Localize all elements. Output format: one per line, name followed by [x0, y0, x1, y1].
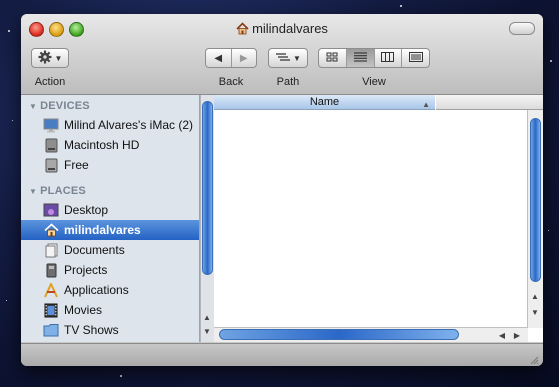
sidebar-scrollbar[interactable]: ▲ ▼: [200, 95, 214, 342]
chevron-down-icon: ▼: [293, 53, 301, 63]
sidebar-item-label: milindalvares: [64, 223, 141, 237]
window-title: milindalvares: [21, 21, 543, 38]
view-coverflow-button[interactable]: [402, 49, 429, 67]
devices-header[interactable]: ▼ DEVICES: [29, 100, 90, 112]
content-hscroll-thumb[interactable]: [219, 329, 459, 340]
view-list-button[interactable]: [346, 49, 375, 67]
places-header[interactable]: ▼ PLACES: [29, 185, 86, 197]
background-star: [8, 30, 10, 32]
sidebar-item-tv-shows[interactable]: TV Shows: [21, 320, 199, 340]
imac-icon: [43, 117, 59, 133]
sort-ascending-icon: ▲: [422, 100, 430, 109]
status-bar: [21, 343, 543, 366]
sidebar-item-home[interactable]: milindalvares: [21, 220, 199, 240]
scroll-down-arrow-icon[interactable]: ▼: [529, 306, 541, 318]
sidebar-item-label: Movies: [64, 303, 103, 317]
icon-view-icon: [326, 51, 338, 65]
sidebar-item-free[interactable]: Free: [21, 155, 199, 175]
sidebar-item-label: Milind Alvares's iMac (2): [64, 118, 193, 132]
toolbar-toggle-button[interactable]: [509, 22, 535, 35]
chevron-down-icon: ▼: [54, 53, 63, 63]
content-horizontal-scrollbar[interactable]: ◀ ▶: [214, 327, 528, 342]
sidebar-item-macintosh-hd[interactable]: Macintosh HD: [21, 135, 199, 155]
path-icon: [275, 51, 291, 65]
cover-flow-icon: [408, 51, 423, 65]
sidebar-item-label: Desktop: [64, 203, 109, 217]
sidebar-item-label: Macintosh HD: [64, 138, 140, 152]
sidebar-item-label: Applications: [64, 283, 129, 297]
forward-button[interactable]: ▶: [232, 49, 257, 67]
view-icons-button[interactable]: [319, 49, 347, 67]
list-view-icon: [353, 51, 367, 65]
gear-icon: [38, 50, 52, 67]
path-label: Path: [276, 76, 300, 88]
applications-icon: [43, 282, 59, 298]
sidebar-item-label: Projects: [64, 263, 108, 277]
file-list: Name ▲ ▲ ▼ ◀ ▶: [214, 95, 543, 342]
scroll-right-arrow-icon[interactable]: ▶: [511, 329, 523, 341]
view-segmented-control: [318, 48, 430, 68]
column-header-label: Name: [309, 96, 340, 108]
scroll-left-arrow-icon[interactable]: ◀: [496, 329, 508, 341]
background-star: [12, 120, 13, 121]
window-title-text: milindalvares: [252, 21, 328, 36]
back-forward-control: ◀ ▶: [205, 48, 257, 68]
toolbar: milindalvares ▼ Action ◀ ▶ Back ▼ Path V…: [21, 14, 543, 95]
background-star: [6, 300, 7, 301]
folder-icon: [43, 322, 59, 338]
background-star: [548, 230, 549, 231]
sidebar-item-label: Documents: [64, 243, 125, 257]
view-label: View: [362, 76, 386, 88]
sidebar-item-projects[interactable]: Projects: [21, 260, 199, 280]
background-star: [550, 60, 552, 62]
projects-icon: [43, 262, 59, 278]
forward-arrow-icon: ▶: [239, 52, 248, 64]
home-icon: [236, 22, 249, 38]
devices-header-label: DEVICES: [40, 100, 90, 112]
sidebar-item-movies[interactable]: Movies: [21, 300, 199, 320]
sidebar-item-applications[interactable]: Applications: [21, 280, 199, 300]
drive-icon: [43, 157, 59, 173]
scroll-up-arrow-icon[interactable]: ▲: [201, 311, 213, 323]
sidebar-scroll-thumb[interactable]: [202, 101, 213, 275]
back-label: Back: [218, 76, 244, 88]
action-button[interactable]: ▼: [31, 48, 69, 68]
home-icon: [43, 222, 59, 238]
column-header-name[interactable]: Name ▲: [214, 95, 435, 110]
background-star: [400, 5, 402, 7]
action-label: Action: [34, 76, 66, 88]
places-header-label: PLACES: [40, 185, 86, 197]
desktop-folder-icon: [43, 202, 59, 218]
resize-grip-icon[interactable]: [529, 354, 539, 365]
content-vscroll-thumb[interactable]: [530, 118, 541, 282]
back-arrow-icon: ◀: [214, 52, 223, 64]
sidebar-item-imac[interactable]: Milind Alvares's iMac (2): [21, 115, 199, 135]
background-star: [120, 375, 122, 377]
finder-window: milindalvares ▼ Action ◀ ▶ Back ▼ Path V…: [21, 14, 543, 366]
view-columns-button[interactable]: [375, 49, 403, 67]
sidebar-item-label: TV Shows: [64, 323, 119, 337]
path-button[interactable]: ▼: [268, 48, 308, 68]
content-vertical-scrollbar[interactable]: ▲ ▼: [527, 110, 543, 328]
documents-icon: [43, 242, 59, 258]
disclosure-triangle-icon: ▼: [29, 102, 38, 111]
disclosure-triangle-icon: ▼: [29, 187, 38, 196]
back-button[interactable]: ◀: [206, 49, 232, 67]
column-header-empty: [436, 95, 543, 110]
sidebar-item-documents[interactable]: Documents: [21, 240, 199, 260]
scroll-up-arrow-icon[interactable]: ▲: [529, 290, 541, 302]
column-view-icon: [381, 51, 395, 65]
sidebar-item-desktop[interactable]: Desktop: [21, 200, 199, 220]
scroll-down-arrow-icon[interactable]: ▼: [201, 325, 213, 337]
sidebar: ▼ DEVICES Milind Alvares's iMac (2) Macin…: [21, 95, 200, 342]
movies-icon: [43, 302, 59, 318]
sidebar-item-label: Free: [64, 158, 89, 172]
hard-drive-icon: [43, 137, 59, 153]
